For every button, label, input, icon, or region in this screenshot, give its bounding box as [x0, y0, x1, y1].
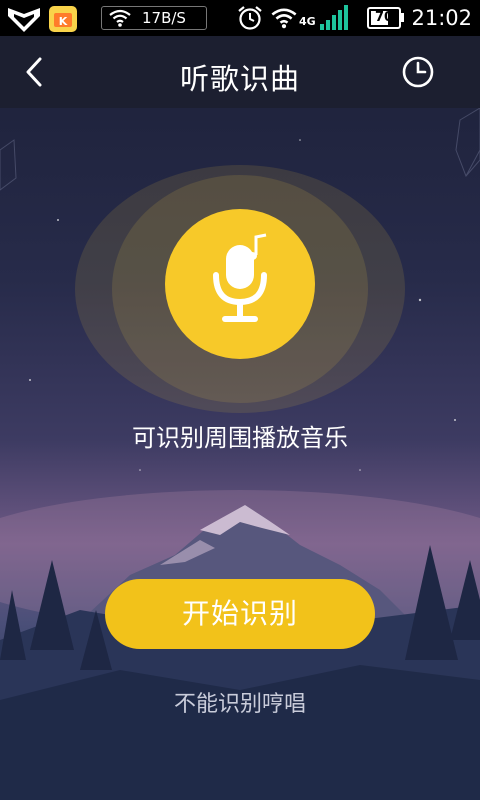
wifi-status-icon	[271, 8, 297, 29]
network-speed-indicator: 17B/S	[101, 6, 207, 30]
wifi-icon	[109, 9, 131, 27]
humming-not-supported-note: 不能识别哼唱	[173, 692, 306, 717]
battery-percentage: 70	[374, 10, 394, 25]
history-button[interactable]	[400, 54, 436, 90]
start-recognition-button[interactable]: 开始识别	[105, 579, 375, 649]
shield-icon	[8, 8, 40, 32]
battery-tip	[401, 13, 404, 22]
recognition-hint: 可识别周围播放音乐	[132, 424, 348, 452]
song-recognition-screen: K 17B/S 4G 70 21:02 听歌识曲 可识别周围播放音乐 开始识别 …	[0, 0, 480, 800]
recognize-mic-button[interactable]	[165, 209, 315, 359]
signal-icon	[320, 5, 348, 30]
svg-text:K: K	[59, 15, 68, 28]
battery-icon: 70	[367, 7, 401, 29]
network-speed-text: 17B/S	[142, 9, 186, 27]
header-bar: 听歌识曲	[0, 36, 480, 108]
alarm-icon	[238, 6, 262, 30]
app-store-icon: K	[49, 6, 77, 32]
clock-icon	[402, 56, 434, 88]
microphone-music-icon	[213, 233, 267, 322]
status-bar: K 17B/S 4G 70 21:02	[0, 0, 480, 36]
network-type-label: 4G	[299, 15, 316, 28]
clock-time: 21:02	[411, 6, 472, 30]
recognition-area: 可识别周围播放音乐 开始识别 不能识别哼唱	[0, 108, 480, 800]
